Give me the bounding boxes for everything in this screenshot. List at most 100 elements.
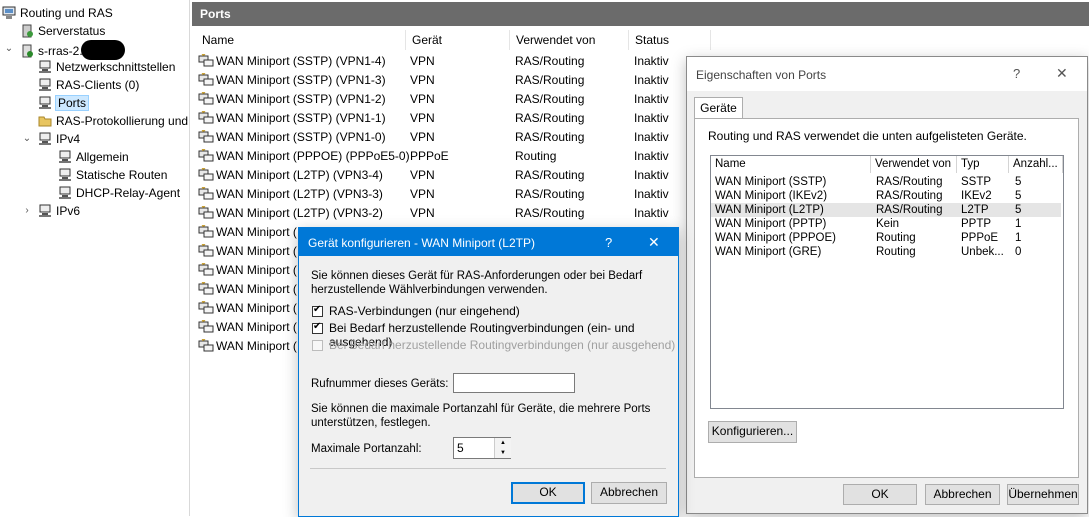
device-type: IKEv2 (961, 190, 992, 202)
ras-connections-checkbox[interactable] (312, 304, 323, 317)
port-icon (198, 301, 214, 314)
tree-item-routing-ras[interactable]: Routing und RAS (2, 4, 113, 22)
tree-item-ipv4[interactable]: IPv4 (38, 130, 80, 148)
port-device: PPPoE (410, 149, 449, 163)
dhcp-relay-icon (59, 186, 71, 199)
device-row[interactable]: WAN Miniport (PPTP) Kein PPTP 1 (711, 217, 1061, 231)
tree-item-interfaces[interactable]: Netzwerkschnittstellen (38, 58, 175, 76)
tree-item-dhcp-relay[interactable]: DHCP-Relay-Agent (58, 184, 180, 202)
port-status: Inaktiv (634, 73, 669, 87)
device-name: WAN Miniport (SSTP) (715, 176, 827, 188)
port-icon (198, 168, 214, 181)
port-used-by: RAS/Routing (515, 187, 585, 201)
expand-chevron-icon[interactable]: ⌄ (22, 130, 32, 148)
max-ports-description: Sie können die maximale Portanzahl für G… (311, 403, 651, 429)
port-icon (198, 339, 214, 352)
port-device: VPN (410, 73, 435, 87)
ok-button[interactable]: OK (843, 484, 917, 505)
collapse-chevron-icon[interactable]: › (22, 202, 32, 220)
column-header-status[interactable]: Status (629, 30, 711, 50)
tree-item-ports[interactable]: Ports (38, 94, 90, 112)
device-row[interactable]: WAN Miniport (GRE) Routing Unbek... 0 (711, 245, 1061, 259)
help-button[interactable]: ? (605, 235, 612, 250)
device-used-by: RAS/Routing (876, 190, 943, 202)
device-name: WAN Miniport (GRE) (715, 246, 822, 258)
tree-item-server-status[interactable]: Serverstatus (20, 22, 105, 40)
port-icon (198, 244, 214, 257)
port-name: WAN Miniport ( (216, 263, 297, 277)
tree-item-ipv6[interactable]: IPv6 (38, 202, 80, 220)
general-icon (59, 150, 71, 163)
column-header-device[interactable]: Gerät (406, 30, 510, 50)
port-status: Inaktiv (634, 54, 669, 68)
port-device: VPN (410, 168, 435, 182)
port-icon (198, 92, 214, 105)
tree-item-ras-clients[interactable]: RAS-Clients (0) (38, 76, 139, 94)
device-column-count[interactable]: Anzahl... (1009, 156, 1063, 173)
configure-title-bar: Gerät konfigurieren - WAN Miniport (L2TP… (299, 228, 678, 256)
ras-clients-icon (39, 78, 51, 91)
device-count: 1 (1015, 218, 1022, 230)
tab-devices[interactable]: Geräte (694, 97, 743, 120)
device-count: 5 (1015, 190, 1022, 202)
help-button[interactable]: ? (1013, 66, 1020, 81)
device-row[interactable]: WAN Miniport (SSTP) RAS/Routing SSTP 5 (711, 175, 1061, 189)
tree-item-general[interactable]: Allgemein (58, 148, 129, 166)
port-name: WAN Miniport (PPPOE) (PPPoE5-0) (216, 149, 410, 163)
tree-item-logging[interactable]: RAS-Protokollierung und (38, 112, 188, 130)
port-icon (198, 282, 214, 295)
redaction-mark (80, 40, 125, 60)
device-column-used-by[interactable]: Verwendet von (871, 156, 957, 173)
column-header-name[interactable]: Name (196, 30, 406, 50)
port-used-by: RAS/Routing (515, 54, 585, 68)
phone-number-input[interactable] (453, 373, 575, 393)
port-name: WAN Miniport (SSTP) (VPN1-0) (216, 130, 386, 144)
ras-connections-label: RAS-Verbindungen (nur eingehend) (329, 304, 520, 318)
tree-item-static-routes[interactable]: Statische Routen (58, 166, 167, 184)
port-name: WAN Miniport ( (216, 282, 297, 296)
ipv6-icon (39, 204, 51, 217)
console-tree: Routing und RAS Serverstatus ⌄ s-rras-2.… (0, 0, 190, 516)
device-column-type[interactable]: Typ (957, 156, 1009, 173)
demand-dial-out-checkbox[interactable] (312, 340, 323, 351)
demand-dial-inout-checkbox[interactable] (312, 321, 323, 334)
tree-item-server[interactable]: s-rras-2. (20, 40, 125, 60)
port-status: Inaktiv (634, 130, 669, 144)
close-icon[interactable]: ✕ (648, 234, 660, 251)
port-name: WAN Miniport ( (216, 301, 297, 315)
expand-chevron-icon[interactable]: ⌄ (4, 40, 14, 58)
apply-button[interactable]: Übernehmen (1007, 484, 1079, 505)
computer-icon (2, 6, 16, 19)
port-device: VPN (410, 130, 435, 144)
port-name: WAN Miniport (SSTP) (VPN1-2) (216, 92, 386, 106)
port-name: WAN Miniport (SSTP) (VPN1-1) (216, 111, 386, 125)
device-row[interactable]: WAN Miniport (PPPOE) Routing PPPoE 1 (711, 231, 1061, 245)
device-row[interactable]: WAN Miniport (L2TP) RAS/Routing L2TP 5 (711, 203, 1061, 217)
device-name: WAN Miniport (L2TP) (715, 204, 824, 216)
port-name: WAN Miniport ( (216, 320, 297, 334)
device-column-name[interactable]: Name (711, 156, 871, 173)
spin-down-icon[interactable]: ▼ (494, 448, 511, 458)
ok-button[interactable]: OK (511, 482, 585, 504)
column-header-used-by[interactable]: Verwendet von (510, 30, 629, 50)
cancel-button[interactable]: Abbrechen (925, 484, 1000, 505)
port-icon (198, 54, 214, 67)
device-name: WAN Miniport (PPTP) (715, 218, 827, 230)
port-device: VPN (410, 54, 435, 68)
device-type: L2TP (961, 204, 989, 216)
configure-button[interactable]: Konfigurieren... (708, 421, 797, 443)
device-count: 1 (1015, 232, 1022, 244)
ports-panel-title: Ports (192, 2, 1089, 26)
max-ports-stepper[interactable]: 5 ▲ ▼ (453, 437, 511, 459)
port-status: Inaktiv (634, 187, 669, 201)
device-list[interactable]: Name Verwendet von Typ Anzahl... WAN Min… (710, 155, 1064, 409)
device-name: WAN Miniport (IKEv2) (715, 190, 828, 202)
device-type: PPTP (961, 218, 992, 230)
device-row[interactable]: WAN Miniport (IKEv2) RAS/Routing IKEv2 5 (711, 189, 1061, 203)
port-name: WAN Miniport ( (216, 244, 297, 258)
device-used-by: Routing (876, 232, 916, 244)
port-status: Inaktiv (634, 168, 669, 182)
port-icon (198, 149, 214, 162)
close-icon[interactable]: ✕ (1056, 65, 1068, 82)
cancel-button[interactable]: Abbrechen (591, 482, 667, 504)
